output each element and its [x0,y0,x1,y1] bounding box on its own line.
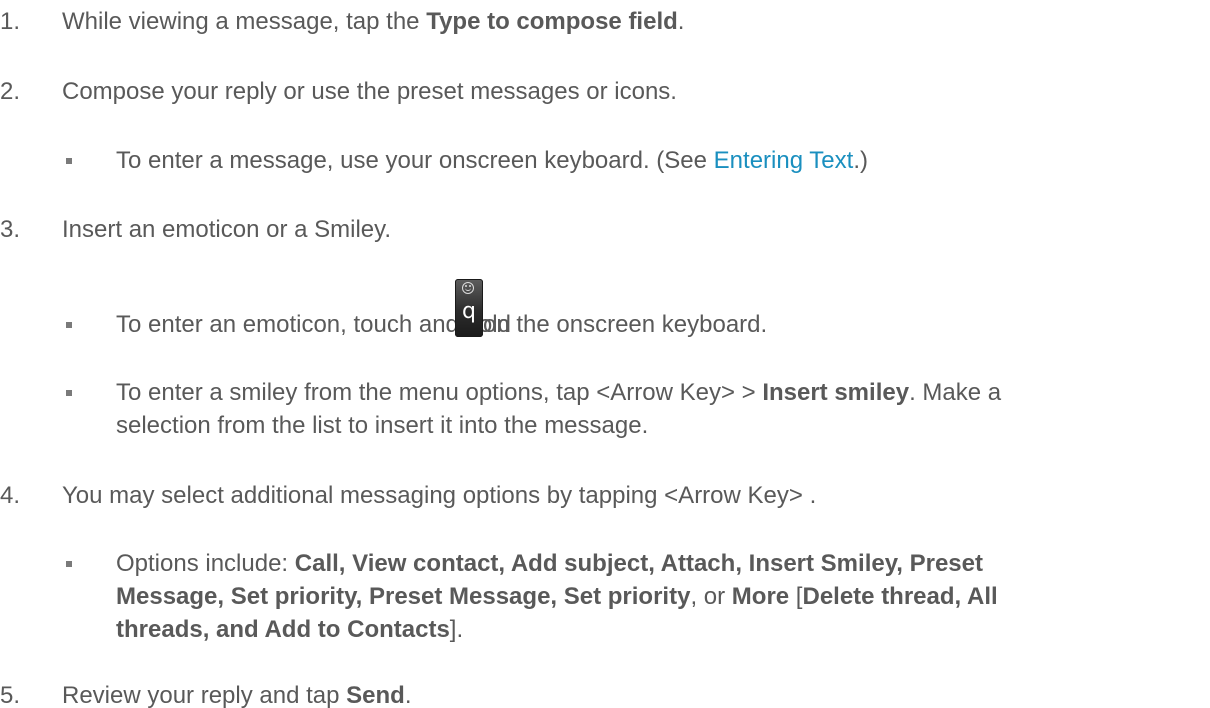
bullet-marker [66,561,72,567]
entering-text-link[interactable]: Entering Text [714,147,854,174]
bullet-text-part: ]. [449,616,464,643]
more-option-label: More [731,583,790,610]
smiley-icon [462,282,474,294]
bullet-text: To enter a message, use your onscreen ke… [116,149,868,173]
bullet-text-part: , or [690,583,732,610]
step-number: 1. [0,8,21,35]
bullet-text-part: .) [853,147,868,174]
options-list-bold: threads, and Add to Contacts [116,616,450,643]
step-number: 3. [0,216,21,243]
options-list-bold: Call, View contact, Add subject, Attach,… [294,550,983,577]
step-number: 4. [0,482,21,509]
bullet-marker [66,322,72,328]
q-key-letter: q [462,299,476,324]
options-list-bold: Delete thread, All [802,583,998,610]
bullet-text-part: To enter an emoticon, touch and hold [116,311,511,338]
bullet-text: To enter a smiley from the menu options,… [116,381,1001,405]
bullet-marker [66,390,72,396]
insert-smiley-label: Insert smiley [762,379,910,406]
step-text-part: . [404,682,412,708]
options-list-bold: Message, Set priority, Preset Message, S… [116,583,691,610]
type-to-compose-field-label: Type to compose field [426,8,678,35]
step-number: 5. [0,682,21,708]
bullet-text-part: To enter a message, use your onscreen ke… [116,147,714,174]
bullet-text: threads, and Add to Contacts]. [116,618,463,642]
step-text-part: While viewing a message, tap the [62,8,427,35]
step-text: You may select additional messaging opti… [62,482,817,509]
step-text: Compose your reply or use the preset mes… [62,78,677,105]
emoticon-q-key-icon: q [455,279,483,337]
step-text: While viewing a message, tap the Type to… [62,10,684,34]
bullet-text-part: [ [789,583,803,610]
bullet-text-after: on the onscreen keyboard. [483,311,768,338]
step-number: 2. [0,78,21,105]
step-text-part: . [677,8,685,35]
step-text: Insert an emoticon or a Smiley. [62,216,392,243]
bullet-text: Message, Set priority, Preset Message, S… [116,585,998,609]
bullet-text-part: To enter a smiley from the menu options,… [116,379,763,406]
send-label: Send [346,682,405,708]
bullet-text-part: Options include: [116,550,295,577]
bullet-marker [66,158,72,164]
step-text: Review your reply and tap Send. [62,684,412,708]
bullet-text: selection from the list to insert it int… [116,412,649,439]
bullet-text: Options include: Call, View contact, Add… [116,552,983,576]
bullet-text-part: . Make a [909,379,1002,406]
step-text-part: Review your reply and tap [62,682,347,708]
